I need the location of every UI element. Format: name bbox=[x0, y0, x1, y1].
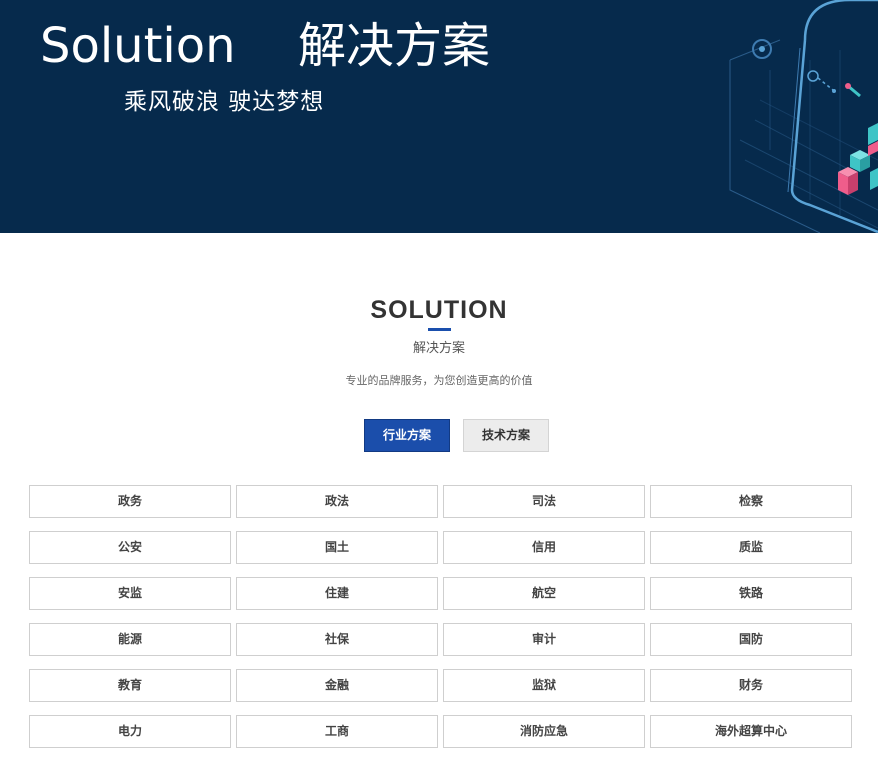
banner-title-en: Solution bbox=[40, 18, 236, 74]
industry-item[interactable]: 航空 bbox=[443, 577, 645, 610]
industry-item[interactable]: 工商 bbox=[236, 715, 438, 748]
hero-banner: Solution 解决方案 乘风破浪 驶达梦想 bbox=[0, 0, 878, 233]
industry-item[interactable]: 司法 bbox=[443, 485, 645, 518]
industry-item[interactable]: 公安 bbox=[29, 531, 231, 564]
section-subheading: 解决方案 bbox=[412, 341, 465, 356]
industry-item[interactable]: 教育 bbox=[29, 669, 231, 702]
tab-industry-solutions[interactable]: 行业方案 bbox=[364, 419, 450, 452]
industry-item[interactable]: 社保 bbox=[236, 623, 438, 656]
industry-item[interactable]: 国土 bbox=[236, 531, 438, 564]
industry-grid: 政务 政法 司法 检察 公安 国土 信用 质监 安监 住建 航空 铁路 能源 社… bbox=[29, 485, 852, 748]
industry-item[interactable]: 住建 bbox=[236, 577, 438, 610]
heading-underline bbox=[428, 328, 451, 331]
industry-item[interactable]: 消防应急 bbox=[443, 715, 645, 748]
industry-item[interactable]: 铁路 bbox=[650, 577, 852, 610]
section-tagline: 专业的品牌服务，为您创造更高的价值 bbox=[345, 374, 533, 387]
banner-title: Solution 解决方案 bbox=[40, 16, 490, 76]
isometric-dashboard-illustration bbox=[729, 0, 878, 233]
industry-item[interactable]: 审计 bbox=[443, 623, 645, 656]
industry-item[interactable]: 政务 bbox=[29, 485, 231, 518]
industry-item[interactable]: 财务 bbox=[650, 669, 852, 702]
industry-item[interactable]: 信用 bbox=[443, 531, 645, 564]
industry-item[interactable]: 监狱 bbox=[443, 669, 645, 702]
tab-technical-solutions[interactable]: 技术方案 bbox=[463, 419, 549, 452]
industry-item[interactable]: 检察 bbox=[650, 485, 852, 518]
bar-cubes-icon bbox=[838, 123, 878, 195]
industry-item[interactable]: 国防 bbox=[650, 623, 852, 656]
industry-item[interactable]: 能源 bbox=[29, 623, 231, 656]
banner-title-zh: 解决方案 bbox=[298, 18, 491, 74]
section-heading: SOLUTION bbox=[370, 296, 508, 324]
industry-item[interactable]: 海外超算中心 bbox=[650, 715, 852, 748]
industry-item[interactable]: 质监 bbox=[650, 531, 852, 564]
industry-item[interactable]: 金融 bbox=[236, 669, 438, 702]
industry-item[interactable]: 安监 bbox=[29, 577, 231, 610]
industry-item[interactable]: 电力 bbox=[29, 715, 231, 748]
banner-subtitle: 乘风破浪 驶达梦想 bbox=[124, 89, 325, 115]
industry-item[interactable]: 政法 bbox=[236, 485, 438, 518]
